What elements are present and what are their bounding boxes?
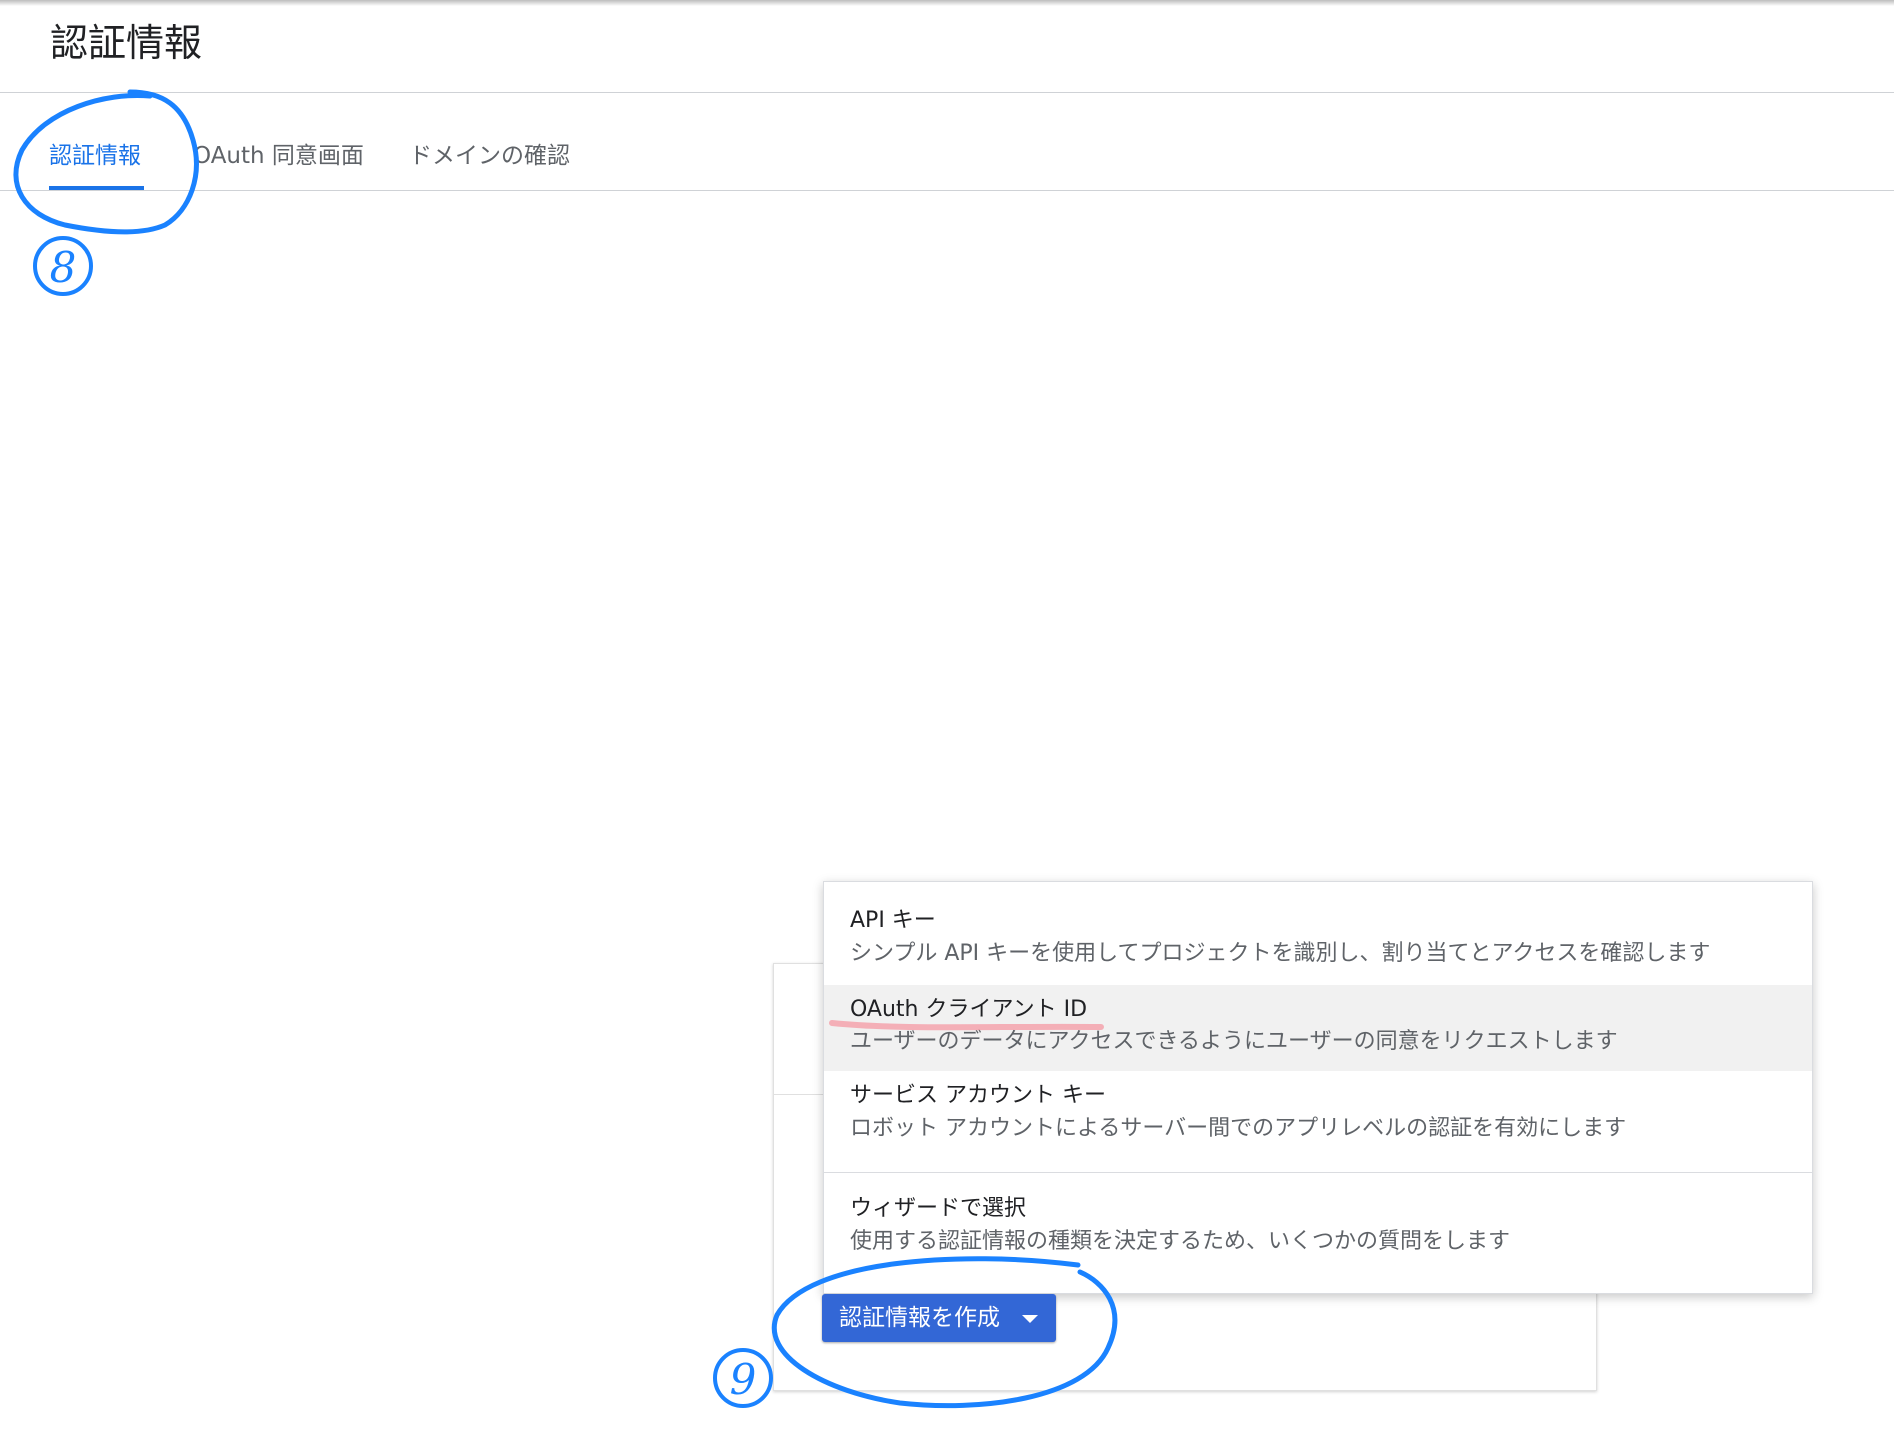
create-credentials-button[interactable]: 認証情報を作成 (822, 1294, 1056, 1342)
menu-item-description: ユーザーのデータにアクセスできるようにユーザーの同意をリクエストします (850, 1029, 1618, 1054)
menu-item-title: OAuth クライアント ID (850, 997, 1088, 1022)
menu-item-description: シンプル API キーを使用してプロジェクトを識別し、割り当てとアクセスを確認し… (850, 941, 1711, 966)
create-credentials-label: 認証情報を作成 (839, 1305, 1000, 1331)
credentials-page: 認証情報 認証情報 OAuth 同意画面 ドメインの確認 API キー シンプル… (0, 0, 1894, 1454)
menu-item-wizard[interactable]: ウィザードで選択 使用する認証情報の種類を決定するため、いくつかの質問をします (824, 1173, 1812, 1291)
caret-down-icon[interactable] (1022, 1315, 1038, 1323)
menu-item-service-account-key[interactable]: サービス アカウント キー ロボット アカウントによるサーバー間でのアプリレベル… (824, 1071, 1812, 1171)
menu-item-title: ウィザードで選択 (850, 1196, 1027, 1221)
tab-credentials[interactable]: 認証情報 (49, 140, 141, 172)
annotation-label-9: 9 (730, 1355, 757, 1404)
menu-item-title: サービス アカウント キー (850, 1083, 1106, 1108)
tab-oauth-consent[interactable]: OAuth 同意画面 (193, 140, 364, 172)
header-divider (0, 92, 1894, 93)
menu-item-description: 使用する認証情報の種類を決定するため、いくつかの質問をします (850, 1229, 1511, 1254)
page-title: 認証情報 (50, 21, 203, 65)
circle-annotation-step-9 (713, 1348, 773, 1408)
menu-item-description: ロボット アカウントによるサーバー間でのアプリレベルの認証を有効にします (850, 1116, 1627, 1141)
menu-item-oauth-client-id[interactable]: OAuth クライアント ID ユーザーのデータにアクセスできるようにユーザーの… (824, 985, 1812, 1071)
tabs-divider (0, 190, 1894, 191)
top-shadow (0, 0, 1894, 6)
menu-item-api-key[interactable]: API キー シンプル API キーを使用してプロジェクトを識別し、割り当てとア… (824, 882, 1812, 982)
create-credentials-menu: API キー シンプル API キーを使用してプロジェクトを識別し、割り当てとア… (823, 881, 1813, 1294)
tab-domain-verification[interactable]: ドメインの確認 (409, 140, 570, 172)
menu-item-title: API キー (850, 908, 936, 933)
circle-annotation-step-8 (33, 236, 93, 296)
annotation-label-8: 8 (50, 243, 77, 292)
tab-bar: 認証情報 OAuth 同意画面 ドメインの確認 (0, 130, 1894, 192)
